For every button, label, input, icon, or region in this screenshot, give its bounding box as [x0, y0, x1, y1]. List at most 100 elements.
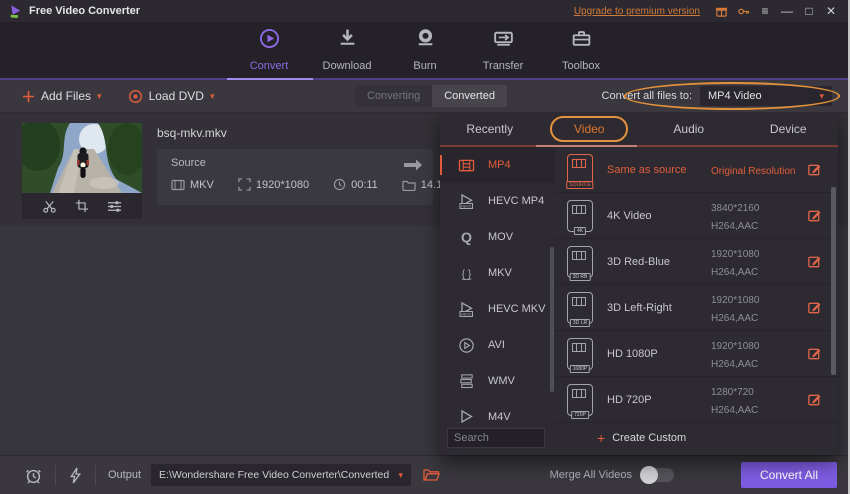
footer-bar: Output E:\Wondershare Free Video Convert…: [0, 455, 850, 494]
output-format-select[interactable]: MP4 Video ▾: [700, 86, 832, 106]
panel-footer: + Create Custom: [440, 423, 838, 453]
effects-sliders-icon[interactable]: [107, 199, 122, 214]
preset-hd-1080p[interactable]: 1080P HD 1080P 1920*1080H264,AAC: [555, 331, 838, 377]
svg-text:Q: Q: [460, 230, 471, 246]
edit-preset-icon[interactable]: [807, 392, 822, 407]
format-item-mp4[interactable]: MP4: [440, 147, 555, 183]
stat-duration: 00:11: [333, 178, 378, 191]
format-list: MP4 HEVC HEVC MP4 Q MOV { }: [440, 147, 555, 423]
tab-converted[interactable]: Converted: [432, 85, 507, 107]
panel-tab-video[interactable]: Video: [540, 112, 640, 145]
preset-same-as-source[interactable]: SOURCE Same as source Original Resolutio…: [555, 147, 838, 193]
edit-preset-icon[interactable]: [807, 254, 822, 269]
load-dvd-caret-icon[interactable]: ▾: [210, 91, 215, 102]
trim-scissors-icon[interactable]: [42, 199, 57, 214]
menu-icon[interactable]: ≡: [757, 3, 773, 19]
store-icon[interactable]: [713, 3, 729, 19]
source-label: Source: [171, 157, 419, 169]
format-item-avi[interactable]: AVI: [440, 327, 555, 363]
convert-all-button[interactable]: Convert All: [741, 462, 837, 488]
output-path-caret-icon[interactable]: ▾: [399, 470, 404, 481]
burn-disc-icon: [414, 27, 437, 55]
clock-icon: [333, 178, 346, 191]
file-info: bsq-mkv.mkv Source MKV 1920*1080 00:11: [157, 123, 433, 225]
add-files-label: Add Files: [41, 89, 91, 103]
preset-720p-icon: 720P: [567, 384, 593, 416]
format-item-m4v[interactable]: M4V: [440, 399, 555, 423]
format-picker-panel: Recently Video Audio Device MP4 HEVC: [440, 112, 838, 455]
hevc-play-icon: HEVC: [456, 301, 476, 318]
download-icon: [336, 27, 359, 55]
titlebar: Free Video Converter Upgrade to premium …: [0, 0, 850, 22]
close-button[interactable]: ✕: [823, 3, 839, 19]
preset-4k-video[interactable]: 4K 4K Video 3840*2160H264,AAC: [555, 193, 838, 239]
format-item-hevc-mp4[interactable]: HEVC HEVC MP4: [440, 183, 555, 219]
add-files-caret-icon[interactable]: ▾: [97, 91, 102, 102]
merge-toggle[interactable]: [642, 468, 674, 482]
schedule-alarm-icon[interactable]: [24, 466, 43, 485]
panel-tab-device[interactable]: Device: [739, 112, 839, 145]
edit-preset-icon[interactable]: [807, 162, 822, 177]
merge-all-videos: Merge All Videos: [550, 468, 674, 482]
panel-tab-recently[interactable]: Recently: [440, 112, 540, 145]
search-input[interactable]: [447, 428, 545, 448]
format-item-wmv[interactable]: WMV: [440, 363, 555, 399]
m4v-play-icon: [456, 409, 476, 423]
load-dvd-button[interactable]: Load DVD ▾: [128, 89, 215, 104]
open-folder-icon[interactable]: [423, 468, 440, 482]
edit-preset-icon[interactable]: [807, 346, 822, 361]
tab-transfer-label: Transfer: [483, 60, 524, 72]
minimize-button[interactable]: —: [779, 3, 795, 19]
convert-state-tabs: Converting Converted: [355, 85, 507, 107]
add-files-button[interactable]: Add Files ▾: [22, 89, 102, 103]
app-window: Free Video Converter Upgrade to premium …: [0, 0, 850, 494]
format-item-hevc-mkv[interactable]: HEVC HEVC MKV: [440, 291, 555, 327]
edit-preset-icon[interactable]: [807, 300, 822, 315]
merge-label: Merge All Videos: [550, 469, 632, 481]
svg-text:{ }: { }: [461, 268, 471, 279]
preset-list: SOURCE Same as source Original Resolutio…: [555, 147, 838, 423]
output-format-value: MP4 Video: [708, 90, 762, 102]
preset-3d-red-blue[interactable]: 3D RB 3D Red-Blue 1920*1080H264,AAC: [555, 239, 838, 285]
output-path-field[interactable]: E:\Wondershare Free Video Converter\Conv…: [151, 464, 411, 486]
tab-toolbox[interactable]: Toolbox: [542, 28, 620, 78]
panel-tab-audio[interactable]: Audio: [639, 112, 739, 145]
format-item-mov[interactable]: Q MOV: [440, 219, 555, 255]
tab-download-label: Download: [323, 60, 372, 72]
file-name: bsq-mkv.mkv: [157, 126, 433, 140]
upgrade-link[interactable]: Upgrade to premium version: [574, 6, 700, 17]
format-list-scrollbar[interactable]: [550, 247, 554, 392]
merge-toggle-knob[interactable]: [640, 466, 658, 484]
tab-burn[interactable]: Burn: [386, 28, 464, 78]
resolution-icon: [238, 178, 251, 191]
output-label: Output: [108, 469, 141, 481]
tab-convert-label: Convert: [250, 60, 289, 72]
maximize-button[interactable]: □: [801, 3, 817, 19]
preset-hd-720p[interactable]: 720P HD 720P 1280*720H264,AAC: [555, 377, 838, 423]
key-icon[interactable]: [735, 3, 751, 19]
tab-burn-label: Burn: [413, 60, 436, 72]
svg-text:HEVC: HEVC: [461, 204, 472, 208]
plus-icon: +: [597, 430, 605, 446]
preset-source-icon: SOURCE: [567, 154, 593, 186]
convert-all-files-to: Convert all files to: MP4 Video ▾: [602, 86, 832, 106]
edit-preset-icon[interactable]: [807, 208, 822, 223]
preset-3d-left-right[interactable]: 3D LR 3D Left-Right 1920*1080H264,AAC: [555, 285, 838, 331]
preset-3d-lr-icon: 3D LR: [567, 292, 593, 324]
convert-icon: [258, 27, 281, 55]
crop-icon[interactable]: [75, 199, 89, 213]
tab-download[interactable]: Download: [308, 28, 386, 78]
create-custom-label: Create Custom: [612, 432, 686, 444]
high-speed-bolt-icon[interactable]: [68, 467, 83, 484]
toolbar: Add Files ▾ Load DVD ▾ Converting Conver…: [0, 80, 850, 112]
panel-tabs: Recently Video Audio Device: [440, 112, 838, 147]
tab-transfer[interactable]: Transfer: [464, 28, 542, 78]
mkv-braces-icon: { }: [456, 265, 476, 282]
tab-convert[interactable]: Convert: [230, 28, 308, 78]
preset-list-scrollbar[interactable]: [831, 187, 836, 375]
tab-converting[interactable]: Converting: [355, 85, 432, 107]
format-item-mkv[interactable]: { } MKV: [440, 255, 555, 291]
convert-direction-arrow-icon: [402, 157, 424, 178]
video-thumbnail: [22, 123, 142, 193]
create-custom-button[interactable]: + Create Custom: [597, 430, 686, 446]
